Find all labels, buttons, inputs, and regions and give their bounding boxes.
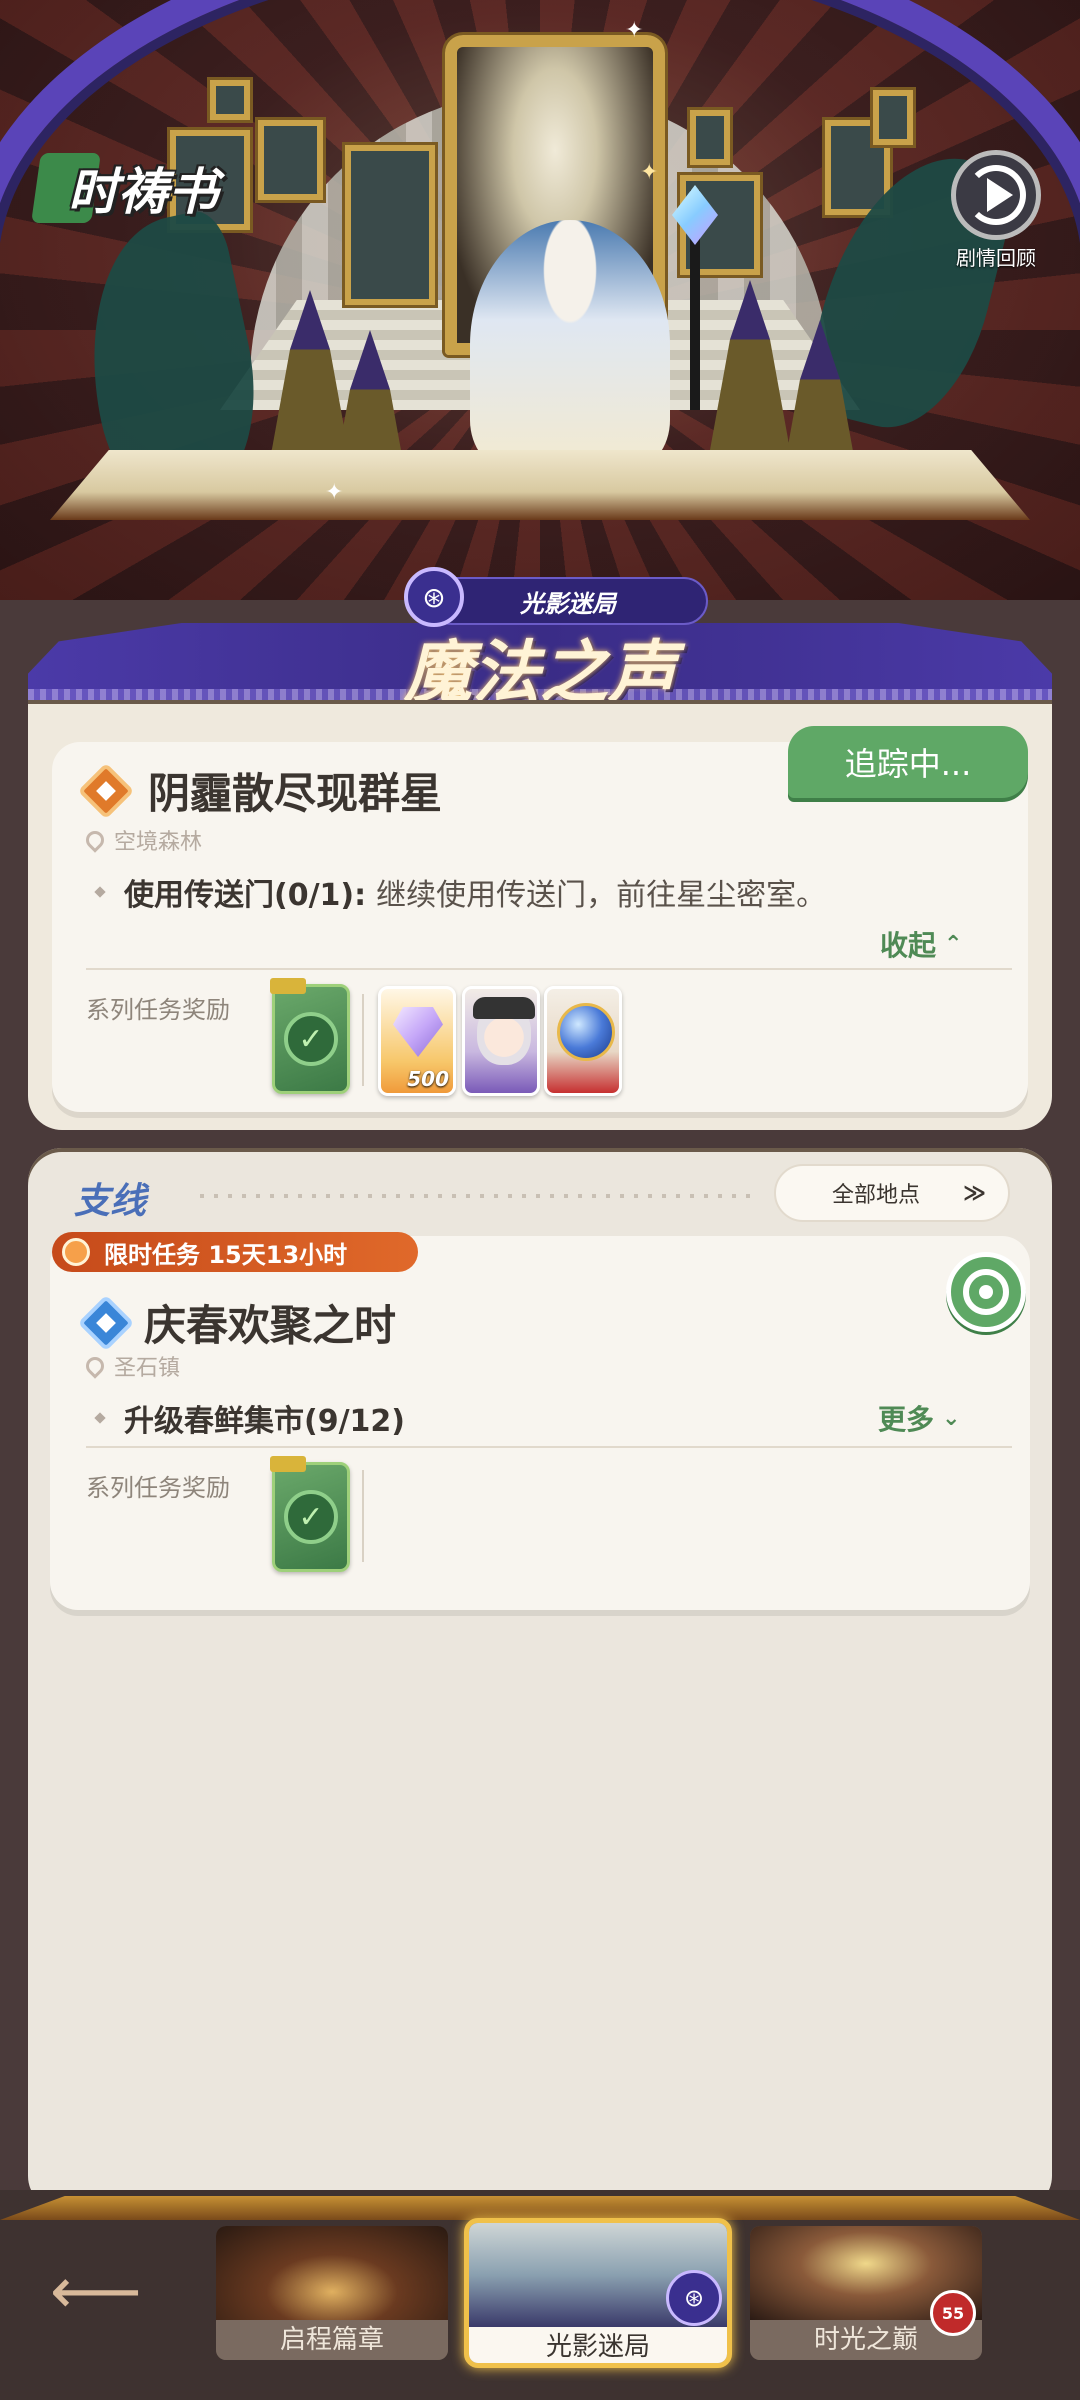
main-quest-title: 阴霾散尽现群星 bbox=[148, 769, 443, 818]
check-chest-icon: ✓ bbox=[284, 1012, 338, 1066]
chapter-emblem-icon: ⊛ bbox=[666, 2270, 722, 2326]
check-chest-icon: ✓ bbox=[284, 1490, 338, 1544]
tab-chapter-1[interactable]: 启程篇章 bbox=[216, 2226, 448, 2360]
reward-chest[interactable]: ✓ bbox=[272, 984, 350, 1094]
reward-separator bbox=[362, 994, 364, 1086]
crystal-orb-icon bbox=[557, 1003, 615, 1061]
location-text: 圣石镇 bbox=[114, 1356, 181, 1381]
objective-bullet bbox=[94, 1412, 106, 1424]
chapter-header: 光影迷局 ⊛ 魔法之声 bbox=[28, 565, 1052, 715]
location-pin-icon bbox=[82, 1353, 108, 1379]
sparkle-icon: ✦ bbox=[325, 480, 344, 505]
avatar-hat bbox=[473, 997, 535, 1019]
main-quest-location: 空境森林 bbox=[82, 824, 203, 856]
reward-separator bbox=[362, 1470, 364, 1562]
reward-chest[interactable]: ✓ bbox=[272, 1462, 350, 1572]
main-quest-header: 阴霾散尽现群星 bbox=[77, 760, 443, 821]
divider bbox=[86, 1446, 1012, 1448]
logo-text: 时祷书 bbox=[68, 162, 218, 221]
objective-label: 使用传送门(0/1): bbox=[124, 878, 367, 913]
tab-art bbox=[216, 2226, 448, 2320]
reward-quantity: 500 bbox=[407, 1067, 449, 1091]
navigate-button[interactable] bbox=[946, 1252, 1026, 1332]
diamond-icon bbox=[393, 1007, 443, 1057]
chevron-double-down-icon: ≫ bbox=[962, 1180, 986, 1206]
hero-illustration: ✦ ✦ ✦ bbox=[0, 0, 1080, 600]
sparkle-icon: ✦ bbox=[640, 160, 659, 185]
side-quest-location: 圣石镇 bbox=[82, 1350, 181, 1382]
back-arrow-icon[interactable]: ⟵ bbox=[50, 2260, 142, 2324]
tab-label: 光影迷局 bbox=[469, 2327, 727, 2363]
objective-bullet bbox=[94, 886, 106, 898]
limited-time-text: 限时任务 15天13小时 bbox=[104, 1240, 348, 1269]
rewards-label: 系列任务奖励 bbox=[86, 1474, 230, 1502]
side-quest-title: 庆春欢聚之时 bbox=[144, 1301, 397, 1350]
main-quest-objective: 使用传送门(0/1): 继续使用传送门，前往星尘密室。 bbox=[94, 870, 827, 914]
reward-orb[interactable] bbox=[544, 986, 622, 1096]
reward-avatar[interactable] bbox=[462, 986, 540, 1096]
rewards-label: 系列任务奖励 bbox=[86, 996, 230, 1024]
objective-label: 升级春鲜集市(9/12) bbox=[124, 1404, 406, 1439]
bottom-nav-edge bbox=[0, 2196, 1080, 2220]
target-icon bbox=[963, 1269, 1009, 1315]
limited-time-badge: 限时任务 15天13小时 bbox=[52, 1232, 418, 1272]
location-pin-icon bbox=[82, 827, 108, 853]
story-replay-button[interactable]: 剧情回顾 bbox=[946, 150, 1046, 271]
side-quest-objective: 升级春鲜集市(9/12) bbox=[94, 1396, 406, 1440]
collapse-label: 收起 bbox=[880, 929, 937, 962]
reward-tag bbox=[270, 978, 306, 994]
hero-arch bbox=[0, 0, 1080, 600]
chevron-double-down-icon: ⌄ bbox=[942, 1405, 961, 1431]
more-button[interactable]: 更多 ⌄ bbox=[878, 1398, 960, 1438]
divider bbox=[86, 968, 1012, 970]
main-quest-icon bbox=[77, 762, 135, 819]
clock-icon bbox=[62, 1238, 90, 1266]
location-text: 空境森林 bbox=[114, 830, 203, 855]
filter-label: 全部地点 bbox=[832, 1183, 921, 1208]
tab-label: 启程篇章 bbox=[216, 2320, 448, 2360]
reward-tag bbox=[270, 1456, 306, 1472]
replay-icon bbox=[951, 150, 1041, 240]
objective-text: 继续使用传送门，前往星尘密室。 bbox=[376, 878, 827, 913]
more-label: 更多 bbox=[878, 1403, 935, 1436]
replay-label: 剧情回顾 bbox=[956, 246, 1036, 270]
tracking-button[interactable]: 追踪中... bbox=[788, 726, 1028, 798]
level-lock-badge: 55 bbox=[930, 2290, 976, 2336]
game-logo: 时祷书 bbox=[28, 148, 234, 228]
side-quest-header: 庆春欢聚之时 bbox=[77, 1292, 397, 1353]
chevron-up-icon: ⌃ bbox=[944, 931, 963, 957]
reward-diamond[interactable]: 500 bbox=[378, 986, 456, 1096]
section-dotted-line bbox=[200, 1194, 760, 1198]
side-section-title: 支线 bbox=[74, 1181, 147, 1222]
collapse-button[interactable]: 收起 ⌃ bbox=[880, 924, 962, 964]
sparkle-icon: ✦ bbox=[625, 18, 644, 43]
location-filter-dropdown[interactable]: 全部地点 ≫ bbox=[774, 1164, 1010, 1222]
side-quest-icon bbox=[77, 1294, 135, 1351]
